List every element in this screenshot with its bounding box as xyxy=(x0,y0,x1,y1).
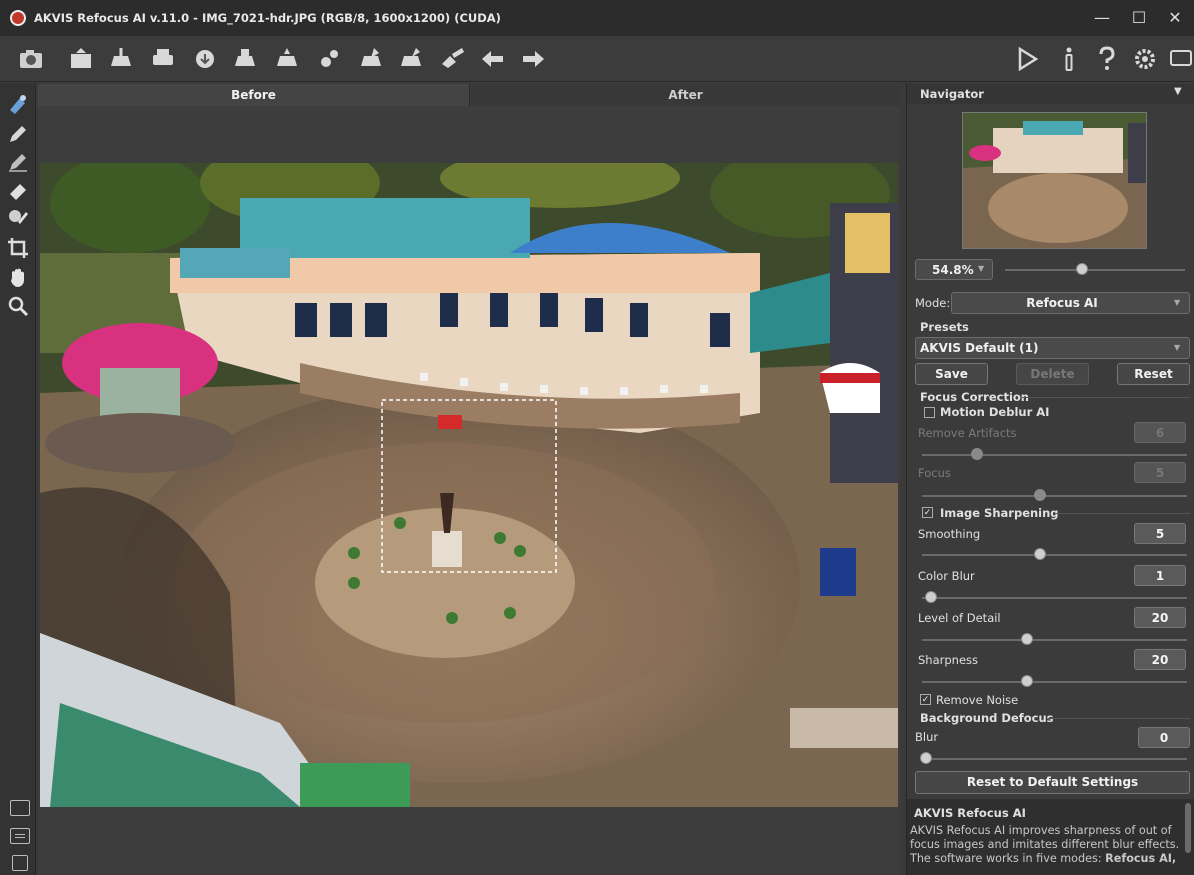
smoothing-knob[interactable] xyxy=(1033,548,1046,560)
close-button[interactable]: ✕ xyxy=(1160,6,1190,30)
gear-icon[interactable] xyxy=(1130,44,1160,74)
color-blur-track[interactable] xyxy=(922,597,1187,599)
single-view-icon[interactable] xyxy=(10,800,30,816)
share-icon[interactable] xyxy=(190,44,220,74)
sharpness-track[interactable] xyxy=(922,681,1187,683)
help-text-bold: Refocus AI, xyxy=(1105,852,1177,865)
split-view-icon[interactable] xyxy=(10,828,30,844)
message-icon[interactable] xyxy=(1166,44,1192,74)
collapse-arrow-icon[interactable]: ▼ xyxy=(1174,86,1182,97)
export-icon[interactable] xyxy=(396,44,426,74)
batch-icon[interactable] xyxy=(230,44,260,74)
zoom-slider-track[interactable] xyxy=(1005,269,1185,271)
crop-tool-icon[interactable] xyxy=(6,236,30,260)
blur-brush-tool-icon[interactable] xyxy=(6,206,30,230)
smoothing-value[interactable]: 5 xyxy=(1134,523,1186,544)
zoom-tool-icon[interactable] xyxy=(6,294,30,318)
mode-dropdown[interactable]: Refocus AI ▼ xyxy=(951,292,1190,314)
refocus-tool-icon[interactable] xyxy=(6,92,30,116)
blur-track[interactable] xyxy=(922,758,1187,760)
help-title: AKVIS Refocus AI xyxy=(914,806,1026,820)
blur-value[interactable]: 0 xyxy=(1138,727,1190,748)
focus-correction-title: Focus Correction xyxy=(920,390,1029,404)
eraser-tool-icon[interactable] xyxy=(6,178,30,202)
window-title: AKVIS Refocus AI v.11.0 - IMG_7021-hdr.J… xyxy=(34,11,501,25)
app-logo-icon xyxy=(10,10,26,26)
brush-icon[interactable] xyxy=(438,44,468,74)
motion-deblur-label: Motion Deblur AI xyxy=(940,405,1050,419)
help-scrollbar[interactable] xyxy=(1185,803,1191,853)
section-divider xyxy=(1054,513,1190,514)
redo-icon[interactable] xyxy=(518,44,548,74)
presets-dropdown[interactable]: AKVIS Default (1) ▼ xyxy=(915,337,1190,359)
open-icon[interactable] xyxy=(66,44,96,74)
chevron-down-icon: ▼ xyxy=(1174,343,1181,352)
color-blur-value[interactable]: 1 xyxy=(1134,565,1186,586)
pencil-tool-icon[interactable] xyxy=(6,122,30,146)
color-blur-label: Color Blur xyxy=(918,569,975,583)
chevron-down-icon: ▼ xyxy=(1174,298,1181,307)
background-defocus-title: Background Defocus xyxy=(920,711,1054,725)
level-of-detail-label: Level of Detail xyxy=(918,611,1001,625)
save-icon[interactable] xyxy=(106,44,136,74)
maximize-button[interactable]: ☐ xyxy=(1124,6,1154,30)
image-canvas[interactable] xyxy=(40,163,898,807)
tab-before[interactable]: Before xyxy=(38,84,470,106)
reset-defaults-button[interactable]: Reset to Default Settings xyxy=(915,771,1190,794)
image-sharpening-label: Image Sharpening xyxy=(940,506,1059,520)
mode-value: Refocus AI xyxy=(1026,296,1098,310)
sharpness-value[interactable]: 20 xyxy=(1134,649,1186,670)
presets-title: Presets xyxy=(920,320,969,334)
info-icon[interactable] xyxy=(1054,44,1084,74)
run-icon[interactable] xyxy=(1012,44,1042,74)
navigator-preview[interactable] xyxy=(962,112,1147,249)
remove-noise-label: Remove Noise xyxy=(936,693,1019,707)
smoothing-label: Smoothing xyxy=(918,527,981,541)
color-blur-knob[interactable] xyxy=(925,591,938,603)
print-icon[interactable] xyxy=(148,44,178,74)
sharpness-label: Sharpness xyxy=(918,653,979,667)
section-divider xyxy=(1048,718,1190,719)
focus-label: Focus xyxy=(918,466,951,480)
blur-label: Blur xyxy=(915,730,939,744)
blur-knob[interactable] xyxy=(920,752,932,764)
background-pencil-tool-icon[interactable] xyxy=(6,150,30,174)
mode-label: Mode: xyxy=(915,296,951,310)
focus-value[interactable]: 5 xyxy=(1134,462,1186,483)
navigator-title: Navigator xyxy=(920,87,984,101)
focus-knob[interactable] xyxy=(1033,489,1046,501)
plugin-icon[interactable] xyxy=(272,44,302,74)
zoom-slider-knob[interactable] xyxy=(1075,263,1088,275)
tab-after[interactable]: After xyxy=(471,84,900,106)
chevron-down-icon: ▼ xyxy=(978,264,985,273)
help-icon[interactable] xyxy=(1092,44,1122,74)
remove-artifacts-label: Remove Artifacts xyxy=(918,426,1017,440)
image-sharpening-checkbox[interactable]: ✓ xyxy=(922,507,933,518)
level-of-detail-value[interactable]: 20 xyxy=(1134,607,1186,628)
remove-artifacts-knob[interactable] xyxy=(970,448,983,460)
section-divider xyxy=(1022,397,1190,398)
smoothing-track[interactable] xyxy=(922,554,1187,556)
settings-gear-icon[interactable] xyxy=(314,44,344,74)
motion-deblur-checkbox[interactable] xyxy=(924,407,935,418)
zoom-value: 54.8% xyxy=(932,263,974,277)
remove-artifacts-track[interactable] xyxy=(922,454,1187,456)
upload-icon[interactable] xyxy=(356,44,386,74)
reset-preset-button[interactable]: Reset xyxy=(1117,363,1190,385)
hand-tool-icon[interactable] xyxy=(6,266,30,290)
undo-icon[interactable] xyxy=(478,44,508,74)
compare-view-icon[interactable] xyxy=(12,855,28,871)
camera-icon[interactable] xyxy=(16,44,46,74)
delete-preset-button[interactable]: Delete xyxy=(1016,363,1089,385)
help-text-block: AKVIS Refocus AI improves sharpness of o… xyxy=(910,824,1180,875)
level-of-detail-track[interactable] xyxy=(922,639,1187,641)
save-preset-button[interactable]: Save xyxy=(915,363,988,385)
remove-artifacts-value[interactable]: 6 xyxy=(1134,422,1186,443)
focus-track[interactable] xyxy=(922,495,1187,497)
zoom-dropdown[interactable]: 54.8% ▼ xyxy=(915,259,993,280)
remove-noise-checkbox[interactable]: ✓ xyxy=(920,694,931,705)
presets-value: AKVIS Default (1) xyxy=(920,341,1039,355)
minimize-button[interactable]: — xyxy=(1087,6,1117,30)
